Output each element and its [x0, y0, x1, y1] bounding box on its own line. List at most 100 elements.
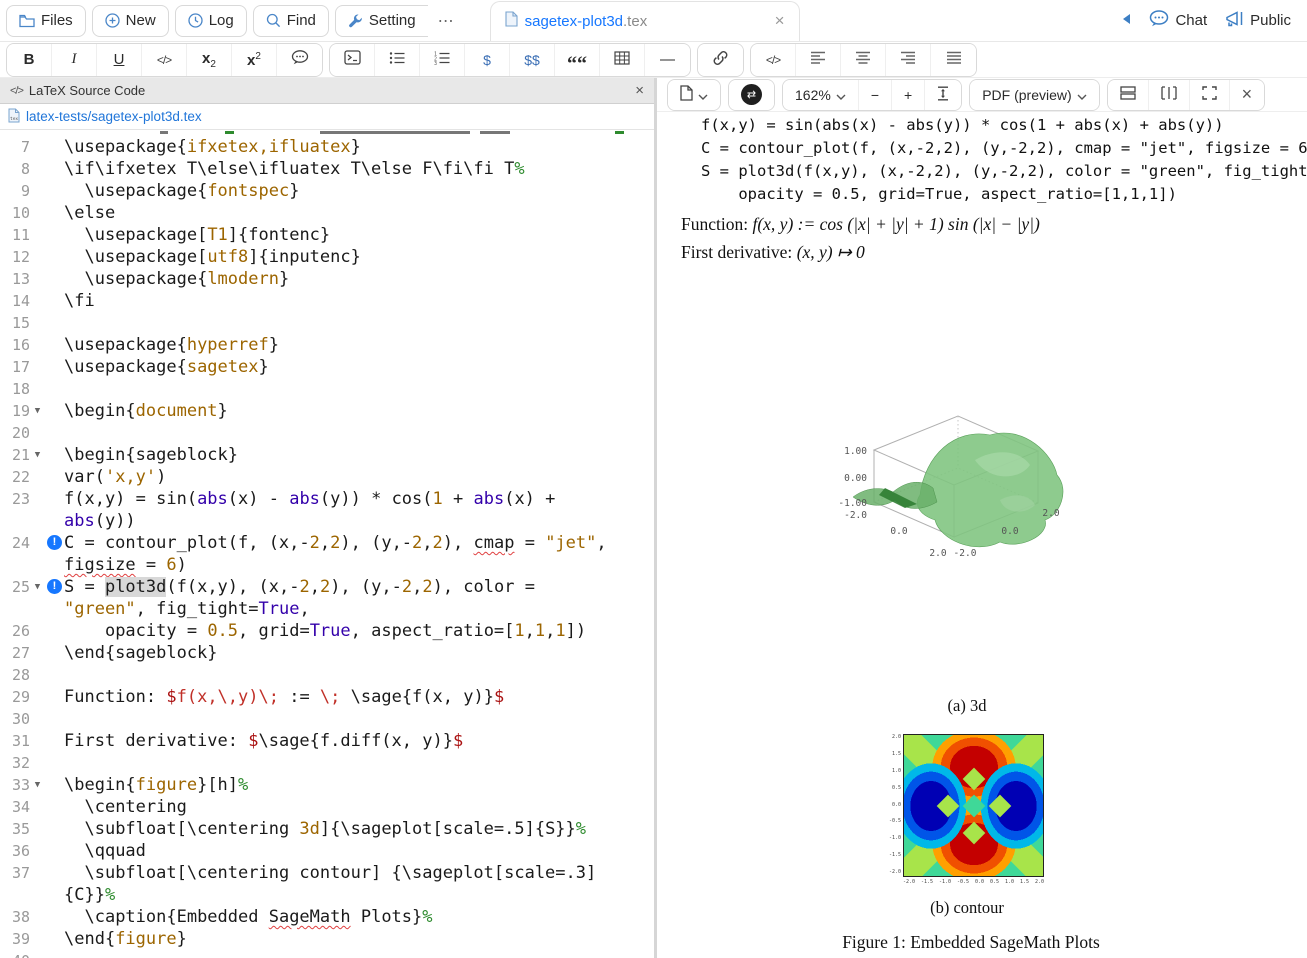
code-text[interactable]: \begin{figure}[h]% — [64, 774, 620, 796]
subscript-button[interactable]: x2 — [187, 44, 232, 76]
settings-button[interactable]: Setting — [335, 5, 428, 37]
code-text[interactable]: opacity = 0.5, grid=True, aspect_ratio=[… — [64, 620, 620, 642]
code-line[interactable]: 19▼\begin{document} — [0, 400, 654, 422]
code-text[interactable]: \fi — [64, 290, 620, 312]
code-line[interactable]: 10\else — [0, 202, 654, 224]
code-line[interactable]: 18 — [0, 378, 654, 400]
code-text[interactable]: C = contour_plot(f, (x,-2,2), (y,-2,2), … — [64, 532, 620, 576]
comment-button[interactable] — [277, 44, 322, 76]
tab-sagetex-plot3d[interactable]: sagetex-plot3d.tex × — [490, 1, 800, 41]
code-line[interactable]: 29Function: $f(x,\,y)\; := \; \sage{f(x,… — [0, 686, 654, 708]
table-button[interactable] — [600, 44, 645, 76]
code-text[interactable]: \usepackage{fontspec} — [64, 180, 620, 202]
code-text[interactable] — [64, 950, 620, 958]
code-text[interactable]: \begin{sageblock} — [64, 444, 620, 466]
code-line[interactable]: 11 \usepackage[T1]{fontenc} — [0, 224, 654, 246]
close-panel-button[interactable]: × — [1230, 80, 1265, 110]
code-text[interactable]: S = plot3d(f(x,y), (x,-2,2), (y,-2,2), c… — [64, 576, 620, 620]
code-line[interactable]: 23f(x,y) = sin(abs(x) - abs(y)) * cos(1 … — [0, 488, 654, 532]
caret-left-icon[interactable] — [1122, 12, 1131, 30]
chat-button[interactable]: Chat — [1149, 10, 1207, 31]
new-button[interactable]: New — [92, 5, 169, 37]
fold-arrow-icon[interactable]: ▼ — [30, 444, 45, 466]
warning-badge-icon[interactable]: ! — [47, 579, 62, 594]
pdf-page[interactable]: f(x,y) = sin(abs(x) - abs(y)) * cos(1 + … — [657, 112, 1307, 958]
fit-height-button[interactable] — [925, 80, 961, 110]
fold-arrow-icon[interactable]: ▼ — [30, 400, 45, 422]
code-text[interactable]: \usepackage[utf8]{inputenc} — [64, 246, 620, 268]
code-line[interactable]: 30 — [0, 708, 654, 730]
code-text[interactable]: \caption{Embedded SageMath Plots}% — [64, 906, 620, 928]
justify-button[interactable] — [931, 44, 976, 76]
files-button[interactable]: Files — [6, 5, 86, 37]
code-line[interactable]: 12 \usepackage[utf8]{inputenc} — [0, 246, 654, 268]
log-button[interactable]: Log — [175, 5, 247, 37]
align-right-button[interactable] — [886, 44, 931, 76]
terminal-button[interactable] — [330, 44, 375, 76]
code-text[interactable]: \usepackage{ifxetex,ifluatex} — [64, 136, 620, 158]
code-text[interactable]: \qquad — [64, 840, 620, 862]
code-line[interactable]: 37 \subfloat[\centering contour] {\sagep… — [0, 862, 654, 906]
code-line[interactable]: 32 — [0, 752, 654, 774]
code-text[interactable]: \usepackage[T1]{fontenc} — [64, 224, 620, 246]
italic-button[interactable]: I — [52, 44, 97, 76]
horizontal-rule-button[interactable]: — — [645, 44, 690, 76]
code-text[interactable] — [64, 422, 620, 444]
code-text[interactable]: \end{sageblock} — [64, 642, 620, 664]
tab-close-icon[interactable]: × — [775, 11, 785, 31]
code-line[interactable]: 33▼\begin{figure}[h]% — [0, 774, 654, 796]
zoom-out-button[interactable]: − — [859, 80, 892, 110]
code-line[interactable]: 39\end{figure} — [0, 928, 654, 950]
align-left-button[interactable] — [796, 44, 841, 76]
fullscreen-button[interactable] — [1190, 80, 1230, 110]
code-line[interactable]: 16\usepackage{hyperref} — [0, 334, 654, 356]
code-line[interactable]: 38 \caption{Embedded SageMath Plots}% — [0, 906, 654, 928]
code-text[interactable]: \usepackage{hyperref} — [64, 334, 620, 356]
code-text[interactable]: Function: $f(x,\,y)\; := \; \sage{f(x, y… — [64, 686, 620, 708]
split-rows-button[interactable] — [1108, 80, 1149, 110]
code-text[interactable] — [64, 752, 620, 774]
align-center-button[interactable] — [841, 44, 886, 76]
code-line[interactable]: 40 — [0, 950, 654, 958]
code-text[interactable]: \usepackage{sagetex} — [64, 356, 620, 378]
split-cols-button[interactable] — [1149, 80, 1190, 110]
file-path-bar[interactable]: tex latex-tests/sagetex-plot3d.tex — [0, 104, 654, 130]
link-button[interactable] — [698, 44, 743, 76]
code-line[interactable]: 21▼\begin{sageblock} — [0, 444, 654, 466]
code-line[interactable]: 9 \usepackage{fontspec} — [0, 180, 654, 202]
code-text[interactable]: \end{figure} — [64, 928, 620, 950]
code-text[interactable] — [64, 708, 620, 730]
code-line[interactable]: 34 \centering — [0, 796, 654, 818]
more-button[interactable]: ⋯ — [430, 5, 462, 37]
code-line[interactable]: 26 opacity = 0.5, grid=True, aspect_rati… — [0, 620, 654, 642]
code-line[interactable]: 24!C = contour_plot(f, (x,-2,2), (y,-2,2… — [0, 532, 654, 576]
close-icon[interactable]: × — [635, 82, 644, 99]
find-button[interactable]: Find — [253, 5, 329, 37]
code-line[interactable]: 7\usepackage{ifxetex,ifluatex} — [0, 136, 654, 158]
code-editor[interactable]: 7\usepackage{ifxetex,ifluatex}8\if\ifxet… — [0, 130, 654, 958]
code-line[interactable]: 22var('x,y') — [0, 466, 654, 488]
code-line[interactable]: 25▼!S = plot3d(f(x,y), (x,-2,2), (y,-2,2… — [0, 576, 654, 620]
warning-badge-icon[interactable]: ! — [47, 535, 62, 550]
code-line[interactable]: 31First derivative: $\sage{f.diff(x, y)}… — [0, 730, 654, 752]
inline-math-button[interactable]: $ — [465, 44, 510, 76]
code-text[interactable]: \if\ifxetex T\else\ifluatex T\else F\fi\… — [64, 158, 620, 180]
superscript-button[interactable]: x2 — [232, 44, 277, 76]
code-text[interactable]: \subfloat[\centering contour] {\sageplot… — [64, 862, 620, 906]
pdf-mode-button[interactable]: PDF (preview) — [970, 80, 1098, 110]
code-line[interactable]: 35 \subfloat[\centering 3d]{\sageplot[sc… — [0, 818, 654, 840]
bold-button[interactable]: B — [7, 44, 52, 76]
code-line[interactable]: 28 — [0, 664, 654, 686]
quote-button[interactable]: ““ — [555, 44, 600, 76]
code-text[interactable]: First derivative: $\sage{f.diff(x, y)}$ — [64, 730, 620, 752]
code-line[interactable]: 8\if\ifxetex T\else\ifluatex T\else F\fi… — [0, 158, 654, 180]
bullet-list-button[interactable] — [375, 44, 420, 76]
code-line[interactable]: 15 — [0, 312, 654, 334]
code-text[interactable]: \begin{document} — [64, 400, 620, 422]
fold-arrow-icon[interactable]: ▼ — [30, 576, 45, 598]
code-line[interactable]: 14\fi — [0, 290, 654, 312]
code-text[interactable]: \usepackage{lmodern} — [64, 268, 620, 290]
code-line[interactable]: 36 \qquad — [0, 840, 654, 862]
zoom-in-button[interactable]: + — [892, 80, 925, 110]
code-button[interactable]: </> — [142, 44, 187, 76]
